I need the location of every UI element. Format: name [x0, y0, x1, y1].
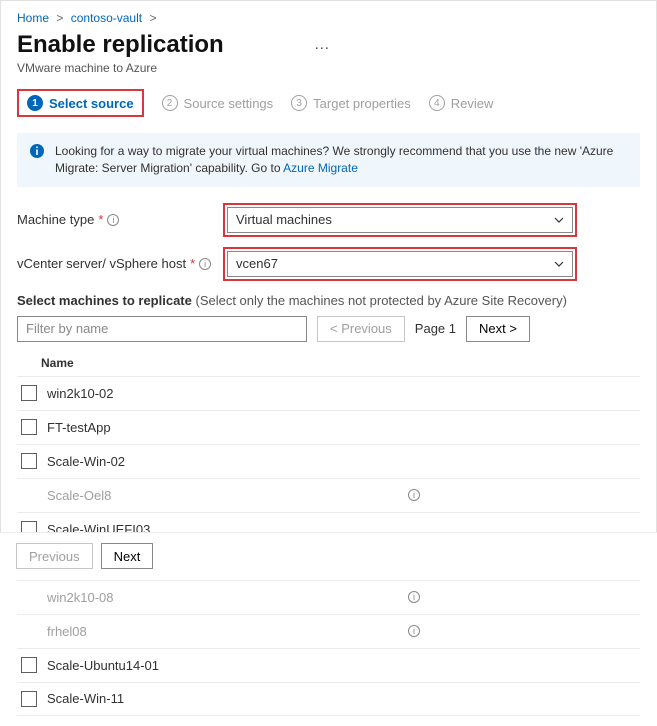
- row-checkbox[interactable]: [21, 453, 37, 469]
- dropdown-vcenter[interactable]: vcen67: [227, 251, 573, 277]
- label-text: vCenter server/ vSphere host: [17, 256, 186, 271]
- step-label: Source settings: [184, 96, 274, 111]
- step-review[interactable]: 4 Review: [429, 95, 494, 111]
- row-name: frhel08: [47, 624, 408, 639]
- step-label: Review: [451, 96, 494, 111]
- step-select-source[interactable]: 1 Select source: [17, 89, 144, 117]
- help-icon[interactable]: i: [199, 258, 211, 270]
- table-row[interactable]: Scale-Win-02: [17, 444, 640, 478]
- page-title: Enable replication: [17, 31, 224, 59]
- more-menu[interactable]: …: [314, 36, 330, 54]
- table-row[interactable]: win2k10-02: [17, 376, 640, 410]
- table-row[interactable]: win2k10-08i: [17, 580, 640, 614]
- help-icon[interactable]: i: [107, 214, 119, 226]
- breadcrumb-sep: >: [56, 11, 63, 25]
- row-info-icon[interactable]: i: [408, 625, 420, 637]
- row-checkbox[interactable]: [21, 419, 37, 435]
- section-select-machines: Select machines to replicate (Select onl…: [17, 293, 640, 308]
- table-row[interactable]: FT-testApp: [17, 410, 640, 444]
- row-name: Scale-Ubuntu14-01: [47, 658, 640, 673]
- row-checkbox[interactable]: [21, 657, 37, 673]
- breadcrumb-home[interactable]: Home: [17, 11, 49, 25]
- step-number-icon: 3: [291, 95, 307, 111]
- dropdown-value: Virtual machines: [236, 212, 332, 227]
- row-name: Scale-Win-11: [47, 691, 640, 706]
- row-name: Scale-Win-02: [47, 454, 640, 469]
- table-row[interactable]: frhel08i: [17, 614, 640, 648]
- info-text: Looking for a way to migrate your virtua…: [55, 143, 628, 177]
- section-hint: (Select only the machines not protected …: [195, 293, 566, 308]
- step-target-properties[interactable]: 3 Target properties: [291, 95, 411, 111]
- chevron-down-icon: [554, 259, 564, 269]
- row-name: win2k10-02: [47, 386, 640, 401]
- row-info-icon[interactable]: i: [408, 591, 420, 603]
- label-text: Machine type: [17, 212, 94, 227]
- pager-page-label: Page 1: [415, 321, 456, 336]
- breadcrumb-vault[interactable]: contoso-vault: [71, 11, 142, 25]
- pager-prev-button[interactable]: < Previous: [317, 316, 405, 342]
- step-source-settings[interactable]: 2 Source settings: [162, 95, 274, 111]
- row-name: win2k10-08: [47, 590, 408, 605]
- required-icon: *: [190, 256, 195, 271]
- col-name: Name: [41, 356, 640, 370]
- info-link-azure-migrate[interactable]: Azure Migrate: [283, 161, 358, 175]
- section-title: Select machines to replicate: [17, 293, 192, 308]
- row-checkbox-disabled: [21, 487, 37, 503]
- required-icon: *: [98, 212, 103, 227]
- step-number-icon: 2: [162, 95, 178, 111]
- footer-next-button[interactable]: Next: [101, 543, 154, 569]
- row-info-icon[interactable]: i: [408, 489, 420, 501]
- table-row[interactable]: Scale-Win-11: [17, 682, 640, 716]
- table-row[interactable]: Scale-Ubuntu14-01: [17, 648, 640, 682]
- footer-previous-button[interactable]: Previous: [16, 543, 93, 569]
- breadcrumb-sep: >: [149, 11, 156, 25]
- table-header: Name: [17, 350, 640, 376]
- filter-input[interactable]: [17, 316, 307, 342]
- dropdown-machine-type[interactable]: Virtual machines: [227, 207, 573, 233]
- table-row[interactable]: Scale-Oel8i: [17, 478, 640, 512]
- label-machine-type: Machine type * i: [17, 212, 217, 227]
- wizard-footer: Previous Next: [0, 532, 657, 579]
- info-icon: [29, 143, 45, 177]
- step-label: Select source: [49, 96, 134, 111]
- breadcrumb: Home > contoso-vault >: [17, 11, 640, 25]
- step-label: Target properties: [313, 96, 411, 111]
- step-number-icon: 1: [27, 95, 43, 111]
- info-banner: Looking for a way to migrate your virtua…: [17, 133, 640, 187]
- row-checkbox-disabled: [21, 589, 37, 605]
- row-checkbox-disabled: [21, 623, 37, 639]
- row-name: Scale-Oel8: [47, 488, 408, 503]
- pager-next-button[interactable]: Next >: [466, 316, 530, 342]
- label-vcenter: vCenter server/ vSphere host * i: [17, 256, 217, 271]
- chevron-down-icon: [554, 215, 564, 225]
- dropdown-value: vcen67: [236, 256, 278, 271]
- row-name: FT-testApp: [47, 420, 640, 435]
- wizard-steps: 1 Select source 2 Source settings 3 Targ…: [17, 89, 640, 117]
- page-subtitle: VMware machine to Azure: [17, 61, 640, 75]
- step-number-icon: 4: [429, 95, 445, 111]
- row-checkbox[interactable]: [21, 385, 37, 401]
- row-checkbox[interactable]: [21, 691, 37, 707]
